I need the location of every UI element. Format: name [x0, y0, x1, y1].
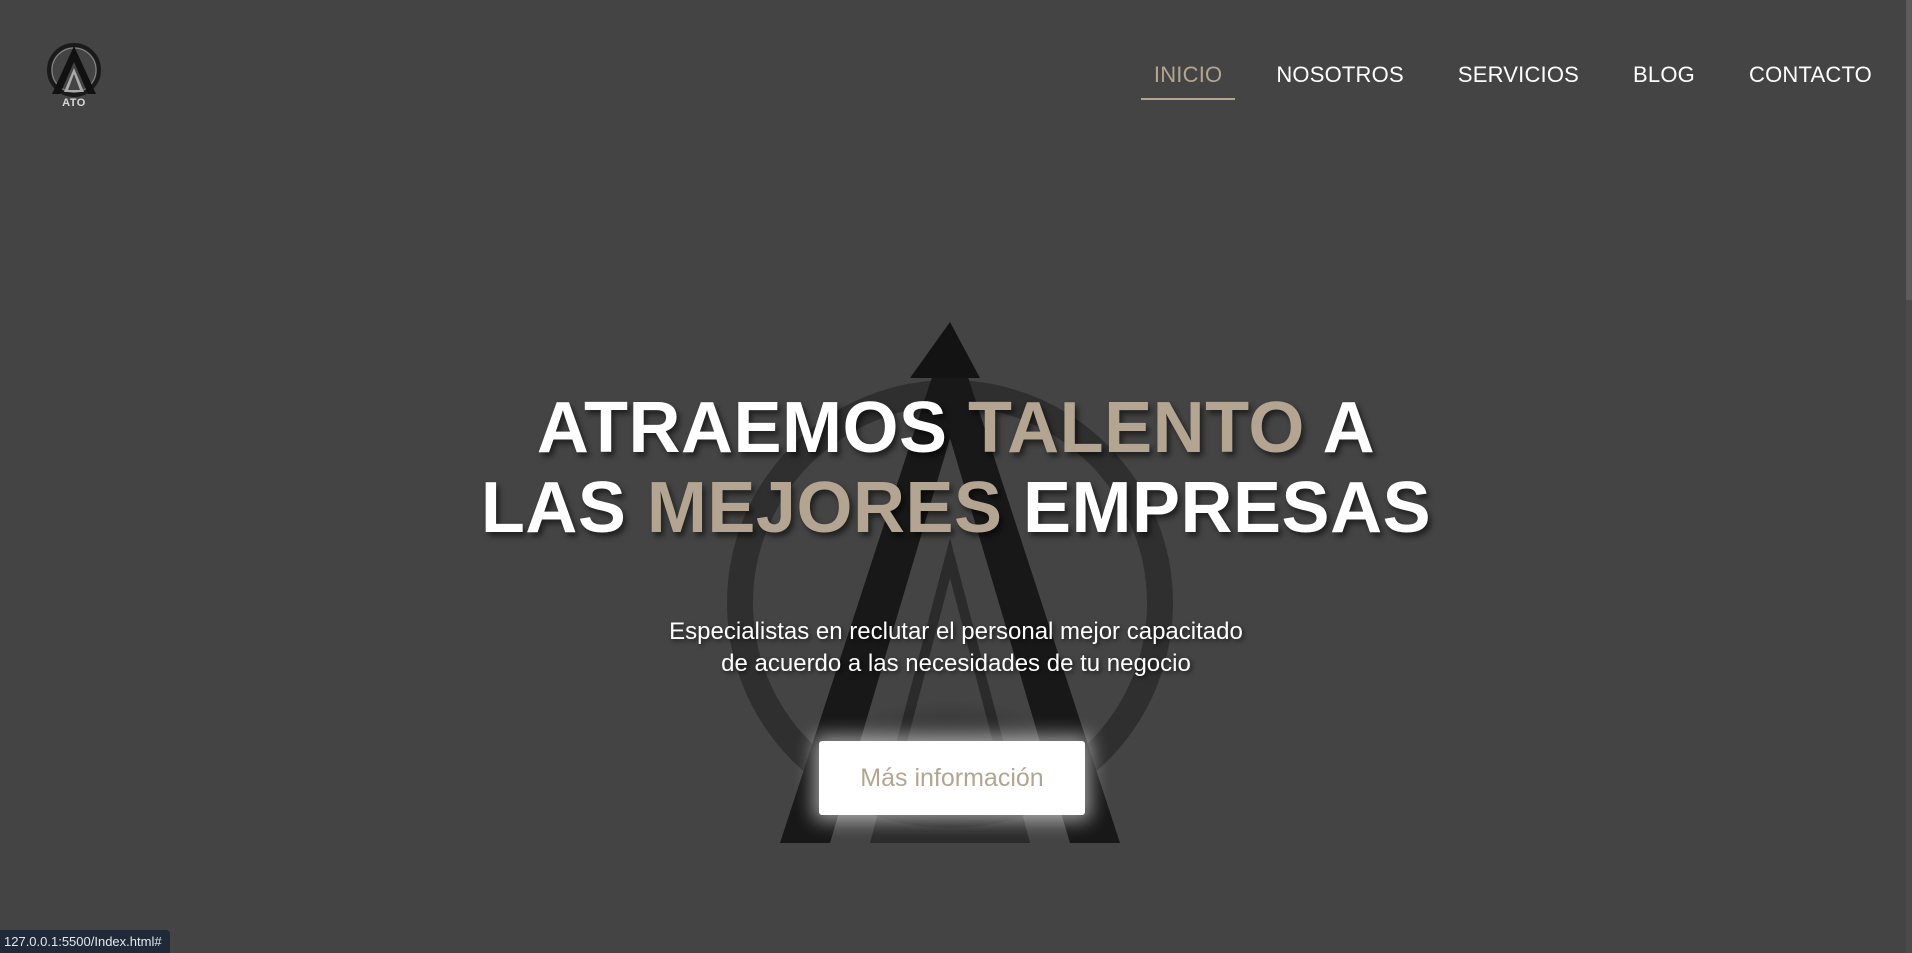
hero-title-word: ATRAEMOS — [536, 388, 948, 468]
scrollbar[interactable] — [1906, 0, 1912, 953]
scrollbar-thumb[interactable] — [1906, 0, 1912, 300]
hero-title-word: LAS — [480, 468, 627, 548]
nav-item-servicios[interactable]: SERVICIOS — [1431, 62, 1606, 100]
nav-item-inicio[interactable]: INICIO — [1127, 62, 1249, 100]
ato-logo-icon — [47, 43, 101, 97]
hero-title: ATRAEMOS TALENTO A LAS MEJORES EMPRESAS — [0, 388, 1912, 548]
logo-text: ATO — [62, 97, 86, 109]
site-logo[interactable]: ATO — [44, 42, 104, 112]
more-info-button[interactable]: Más información — [819, 741, 1085, 815]
hero-title-accent-word: TALENTO — [968, 388, 1305, 468]
hero-title-accent-word: MEJORES — [646, 468, 1003, 548]
main-nav: INICIO NOSOTROS SERVICIOS BLOG CONTACTO — [1127, 62, 1872, 100]
hero-title-line-2: LAS MEJORES EMPRESAS — [0, 468, 1912, 548]
hero-title-word: A — [1322, 388, 1376, 468]
page: ATO INICIO NOSOTROS SERVICIOS BLOG CONTA… — [0, 0, 1912, 953]
status-bar-url: 127.0.0.1:5500/Index.html# — [0, 930, 170, 953]
nav-item-contacto[interactable]: CONTACTO — [1722, 62, 1872, 100]
hero-title-word: EMPRESAS — [1023, 468, 1432, 548]
nav-item-blog[interactable]: BLOG — [1606, 62, 1722, 100]
hero-title-line-1: ATRAEMOS TALENTO A — [0, 388, 1912, 468]
hero-subtitle: Especialistas en reclutar el personal me… — [0, 616, 1912, 680]
hero-subtitle-line-1: Especialistas en reclutar el personal me… — [669, 618, 1243, 645]
nav-item-nosotros[interactable]: NOSOTROS — [1249, 62, 1431, 100]
hero-subtitle-line-2: de acuerdo a las necesidades de tu negoc… — [721, 650, 1191, 677]
